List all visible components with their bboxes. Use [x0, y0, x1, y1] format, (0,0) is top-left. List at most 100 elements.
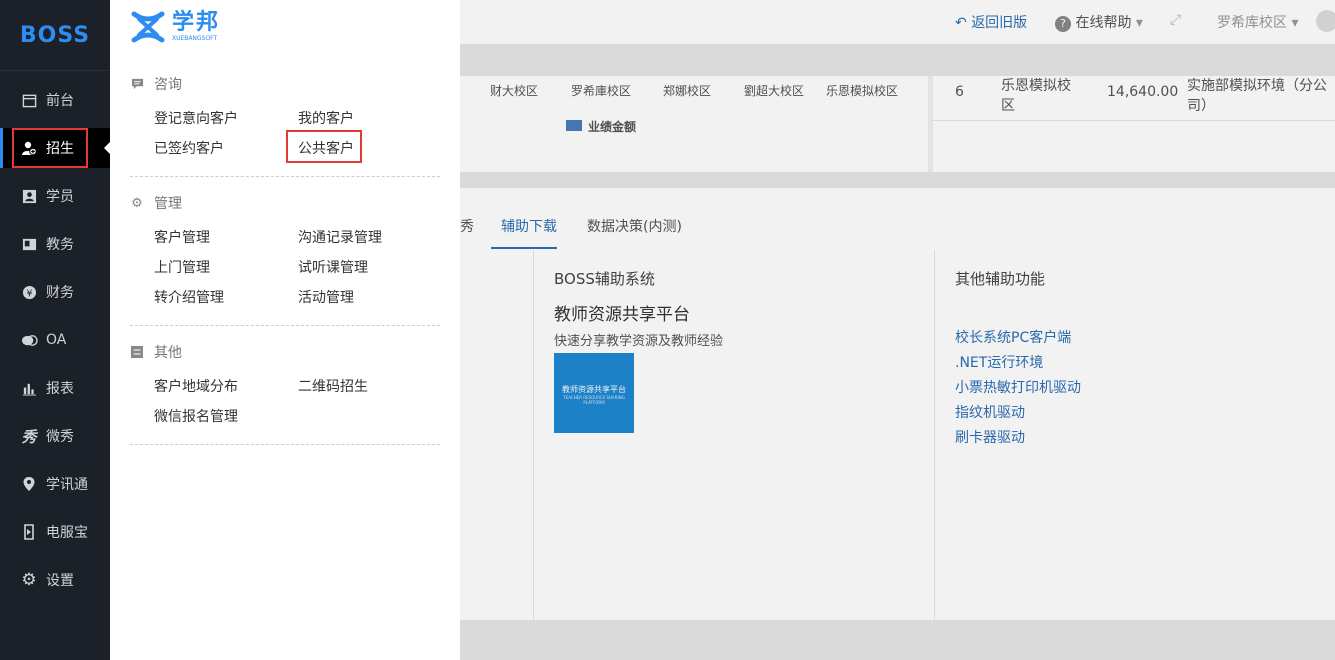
menu-item-public-customers[interactable]: 公共客户 — [298, 138, 354, 158]
thumbnail-title: 教师资源共享平台 — [562, 385, 626, 394]
section-title: 咨询 — [154, 77, 182, 93]
section-other-header: 其他 — [130, 342, 182, 362]
user-add-icon — [20, 139, 38, 157]
other-functions-title: 其他辅助功能 — [955, 270, 1046, 288]
sidebar-item-reports[interactable]: 报表 — [0, 368, 110, 408]
menu-item-event-management[interactable]: 活动管理 — [298, 287, 354, 307]
fullscreen-icon[interactable]: ⤢ — [1170, 12, 1181, 28]
location-pin-icon — [20, 475, 38, 493]
calendar-icon — [20, 91, 38, 109]
sidebar-item-settings[interactable]: ⚙ 设置 — [0, 560, 110, 600]
table-cell-campus: 乐恩模拟校区 — [1001, 78, 1071, 114]
menu-item-customer-management[interactable]: 客户管理 — [154, 227, 210, 247]
legend-swatch — [566, 120, 582, 131]
sidebar-item-label: 学讯通 — [46, 477, 88, 493]
sidebar-item-label: 设置 — [46, 573, 74, 589]
xuebang-logo: 学邦 XUEBANGSOFT — [130, 10, 220, 44]
section-consult-header: 咨询 — [130, 74, 182, 94]
downloads-panel: BOSS辅助系统 教师资源共享平台 快速分享教学资源及教师经验 教师资源共享平台… — [460, 250, 1335, 620]
sidebar-item-frontdesk[interactable]: 前台 — [0, 80, 110, 120]
legend-label: 业绩金额 — [588, 120, 637, 134]
menu-item-referral-management[interactable]: 转介绍管理 — [154, 287, 224, 307]
menu-item-communication-records[interactable]: 沟通记录管理 — [298, 227, 382, 247]
download-link[interactable]: .NET运行环境 — [955, 351, 1081, 376]
table-cell-amount: 14,640.00 — [1107, 84, 1179, 100]
sidebar-item-students[interactable]: 学员 — [0, 176, 110, 216]
online-help-dropdown[interactable]: ? 在线帮助 ▾ — [1055, 12, 1143, 32]
sidebar-item-finance[interactable]: ¥ 财务 — [0, 272, 110, 312]
svg-text:¥: ¥ — [26, 288, 32, 299]
help-label: 在线帮助 — [1075, 15, 1132, 31]
section-divider — [130, 444, 440, 445]
menu-item-signed-customers[interactable]: 已签约客户 — [154, 138, 224, 158]
menu-item-customer-region[interactable]: 客户地域分布 — [154, 376, 238, 396]
platform-thumbnail[interactable]: 教师资源共享平台 TEACHER RESOURCE SHARING PLATFO… — [554, 353, 634, 433]
undo-icon: ↶ — [955, 15, 967, 31]
tab-data-decision[interactable]: 数据决策(内测) — [587, 216, 682, 236]
download-link[interactable]: 小票热敏打印机驱动 — [955, 376, 1081, 401]
platform-desc: 快速分享教学资源及教师经验 — [554, 334, 724, 349]
download-link[interactable]: 校长系统PC客户端 — [955, 326, 1081, 351]
boss-assist-title: BOSS辅助系统 — [554, 270, 655, 288]
enrollment-flyout-menu: 学邦 XUEBANGSOFT 咨询 登记意向客户 我的客户 已签约客户 公共客户… — [110, 0, 460, 660]
sidebar-item-label: 前台 — [46, 93, 74, 109]
chart-tick-label: 财大校区 — [490, 84, 539, 98]
chart-tick-label: 乐恩模拟校区 — [826, 84, 899, 98]
menu-item-wechat-signup[interactable]: 微信报名管理 — [154, 406, 238, 426]
sidebar-item-enrollment[interactable]: 招生 — [0, 128, 110, 168]
tab-weixiu[interactable]: 秀 — [460, 216, 474, 236]
menu-item-visit-management[interactable]: 上门管理 — [154, 257, 210, 277]
menu-item-my-customers[interactable]: 我的客户 — [298, 108, 354, 128]
platform-title: 教师资源共享平台 — [554, 305, 690, 325]
download-link[interactable]: 指纹机驱动 — [955, 401, 1081, 426]
back-old-version-link[interactable]: ↶ 返回旧版 — [955, 12, 1027, 32]
sidebar-item-label: 报表 — [46, 381, 74, 397]
menu-item-register-lead[interactable]: 登记意向客户 — [154, 108, 238, 128]
sidebar-item-weixiu[interactable]: 秀 微秀 — [0, 416, 110, 456]
section-manage-header: ⚙ 管理 — [130, 193, 182, 213]
back-label: 返回旧版 — [971, 15, 1028, 31]
avatar[interactable] — [1316, 10, 1335, 32]
sidebar-item-dianfubao[interactable]: 电服宝 — [0, 512, 110, 552]
logo-text: 学邦 — [172, 10, 221, 35]
campus-selector[interactable]: 罗希库校区 ▾ — [1217, 12, 1298, 32]
sidebar-item-xuexuntong[interactable]: 学讯通 — [0, 464, 110, 504]
help-icon: ? — [1055, 16, 1071, 32]
xuebang-logo-icon — [131, 11, 165, 43]
grid-icon — [130, 345, 144, 359]
sidebar: BOSS 前台 招生 学员 教务 ¥ 财务 OA 报表 秀 微秀 学讯通 电服宝… — [0, 0, 111, 660]
section-title: 其他 — [154, 345, 182, 361]
weixiu-icon: 秀 — [21, 427, 37, 446]
caret-down-icon: ▾ — [1135, 15, 1143, 31]
download-links: 校长系统PC客户端 .NET运行环境 小票热敏打印机驱动 指纹机驱动 刷卡器驱动 — [955, 326, 1081, 451]
caret-down-icon: ▾ — [1291, 15, 1299, 31]
book-icon — [20, 235, 38, 253]
chart-tick-label: 罗希庫校区 — [571, 84, 632, 98]
yen-coin-icon: ¥ — [20, 283, 38, 301]
sidebar-item-label: 学员 — [46, 189, 74, 205]
phone-tag-icon — [20, 523, 38, 541]
campus-label: 罗希库校区 — [1217, 15, 1287, 31]
sidebar-item-academic[interactable]: 教务 — [0, 224, 110, 264]
chart-panel: 财大校区 罗希庫校区 郑娜校区 劉超大校区 乐恩模拟校区 业绩金额 — [460, 76, 928, 172]
sidebar-item-label: 教务 — [46, 237, 74, 253]
table-cell-note: 实施部模拟环境（分公司） — [1187, 78, 1327, 114]
message-icon — [130, 77, 144, 91]
section-title: 管理 — [154, 196, 182, 212]
menu-item-trial-class-management[interactable]: 试听课管理 — [298, 257, 368, 277]
sidebar-item-label: 招生 — [46, 141, 74, 157]
menu-item-qrcode-enrollment[interactable]: 二维码招生 — [298, 376, 368, 396]
sidebar-item-label: 财务 — [46, 285, 74, 301]
boss-logo: BOSS — [0, 0, 110, 71]
tab-downloads[interactable]: 辅助下载 — [501, 216, 557, 236]
sidebar-item-oa[interactable]: OA — [0, 320, 110, 360]
download-link[interactable]: 刷卡器驱动 — [955, 426, 1081, 451]
bar-chart-icon — [20, 379, 38, 397]
thumbnail-subtitle: TEACHER RESOURCE SHARING PLATFORM — [563, 395, 625, 405]
gear-small-icon: ⚙ — [131, 195, 143, 211]
gear-icon: ⚙ — [21, 570, 37, 590]
sidebar-item-label: 微秀 — [46, 429, 74, 445]
active-tab-underline — [491, 247, 557, 249]
chart-tick-label: 郑娜校区 — [663, 84, 712, 98]
section-divider — [130, 176, 440, 177]
